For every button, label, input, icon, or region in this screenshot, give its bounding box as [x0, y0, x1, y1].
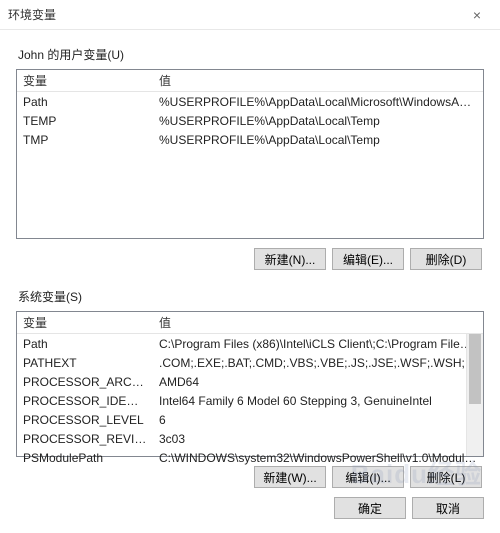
col-header-value[interactable]: 值: [153, 314, 483, 331]
system-vars-section: 系统变量(S) 变量 值 Path C:\Program Files (x86)…: [16, 288, 484, 488]
table-row[interactable]: PROCESSOR_REVISION 3c03: [17, 429, 483, 448]
system-vars-label: 系统变量(S): [18, 288, 484, 305]
user-vars-body: Path %USERPROFILE%\AppData\Local\Microso…: [17, 92, 483, 149]
var-value: C:\Program Files (x86)\Intel\iCLS Client…: [153, 337, 483, 351]
var-value: %USERPROFILE%\AppData\Local\Temp: [153, 133, 483, 147]
titlebar: 环境变量 ×: [0, 0, 500, 30]
var-value: %USERPROFILE%\AppData\Local\Microsoft\Wi…: [153, 95, 483, 109]
dialog-content: John 的用户变量(U) 变量 值 Path %USERPROFILE%\Ap…: [0, 30, 500, 488]
table-row[interactable]: Path %USERPROFILE%\AppData\Local\Microso…: [17, 92, 483, 111]
user-vars-label: John 的用户变量(U): [18, 46, 484, 63]
system-new-button[interactable]: 新建(W)...: [254, 466, 326, 488]
system-vars-body: Path C:\Program Files (x86)\Intel\iCLS C…: [17, 334, 483, 467]
close-icon[interactable]: ×: [462, 7, 492, 23]
var-name: TEMP: [17, 114, 153, 128]
var-name: PROCESSOR_IDENTIFIER: [17, 394, 153, 408]
system-delete-button[interactable]: 删除(L): [410, 466, 482, 488]
table-row[interactable]: PROCESSOR_IDENTIFIER Intel64 Family 6 Mo…: [17, 391, 483, 410]
window-title: 环境变量: [8, 6, 462, 23]
user-vars-buttons: 新建(N)... 编辑(E)... 删除(D): [16, 248, 482, 270]
var-value: 6: [153, 413, 483, 427]
user-edit-button[interactable]: 编辑(E)...: [332, 248, 404, 270]
table-row[interactable]: PROCESSOR_LEVEL 6: [17, 410, 483, 429]
system-edit-button[interactable]: 编辑(I)...: [332, 466, 404, 488]
dialog-footer: 确定 取消: [0, 486, 500, 533]
user-vars-list[interactable]: 变量 值 Path %USERPROFILE%\AppData\Local\Mi…: [16, 69, 484, 239]
system-vars-buttons: 新建(W)... 编辑(I)... 删除(L): [16, 466, 482, 488]
var-name: PSModulePath: [17, 451, 153, 465]
var-name: Path: [17, 337, 153, 351]
table-row[interactable]: PATHEXT .COM;.EXE;.BAT;.CMD;.VBS;.VBE;.J…: [17, 353, 483, 372]
var-name: PATHEXT: [17, 356, 153, 370]
table-row[interactable]: PSModulePath C:\WINDOWS\system32\Windows…: [17, 448, 483, 467]
var-value: Intel64 Family 6 Model 60 Stepping 3, Ge…: [153, 394, 483, 408]
user-vars-header: 变量 值: [17, 70, 483, 92]
user-vars-section: John 的用户变量(U) 变量 值 Path %USERPROFILE%\Ap…: [16, 46, 484, 270]
var-name: PROCESSOR_ARCHITECTURE: [17, 375, 153, 389]
scrollbar[interactable]: [466, 334, 483, 456]
var-name: PROCESSOR_REVISION: [17, 432, 153, 446]
table-row[interactable]: TMP %USERPROFILE%\AppData\Local\Temp: [17, 130, 483, 149]
ok-button[interactable]: 确定: [334, 497, 406, 519]
user-new-button[interactable]: 新建(N)...: [254, 248, 326, 270]
user-delete-button[interactable]: 删除(D): [410, 248, 482, 270]
system-vars-header: 变量 值: [17, 312, 483, 334]
col-header-value[interactable]: 值: [153, 72, 483, 89]
var-value: 3c03: [153, 432, 483, 446]
table-row[interactable]: TEMP %USERPROFILE%\AppData\Local\Temp: [17, 111, 483, 130]
var-name: PROCESSOR_LEVEL: [17, 413, 153, 427]
table-row[interactable]: PROCESSOR_ARCHITECTURE AMD64: [17, 372, 483, 391]
table-row[interactable]: Path C:\Program Files (x86)\Intel\iCLS C…: [17, 334, 483, 353]
var-value: %USERPROFILE%\AppData\Local\Temp: [153, 114, 483, 128]
cancel-button[interactable]: 取消: [412, 497, 484, 519]
var-name: TMP: [17, 133, 153, 147]
var-value: .COM;.EXE;.BAT;.CMD;.VBS;.VBE;.JS;.JSE;.…: [153, 356, 483, 370]
col-header-name[interactable]: 变量: [17, 72, 153, 89]
var-name: Path: [17, 95, 153, 109]
scrollbar-thumb[interactable]: [469, 334, 481, 404]
system-vars-list[interactable]: 变量 值 Path C:\Program Files (x86)\Intel\i…: [16, 311, 484, 457]
var-value: AMD64: [153, 375, 483, 389]
col-header-name[interactable]: 变量: [17, 314, 153, 331]
var-value: C:\WINDOWS\system32\WindowsPowerShell\v1…: [153, 451, 483, 465]
